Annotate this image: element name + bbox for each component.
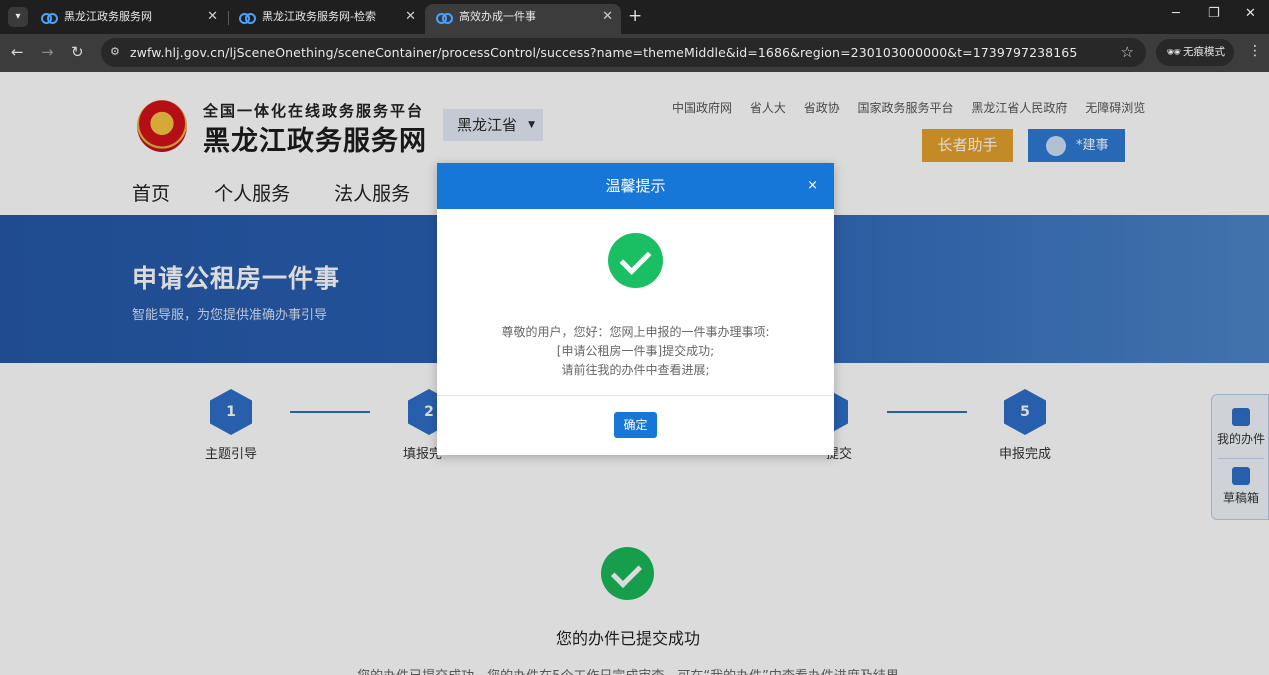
tab-close-icon[interactable]: ✕ — [405, 4, 416, 30]
url-text[interactable]: zwfw.hlj.gov.cn/ljSceneOnething/sceneCon… — [130, 38, 1077, 67]
tip-dialog: 温馨提示 × 尊敬的用户，您好：您网上申报的一件事办理事项: [申请公租房一件事… — [437, 163, 834, 455]
dialog-message-line-1: 尊敬的用户，您好：您网上申报的一件事办理事项: — [501, 325, 770, 339]
address-bar[interactable]: ⚙ zwfw.hlj.gov.cn/ljSceneOnething/sceneC… — [101, 38, 1146, 67]
tab-search-chevron-icon[interactable]: ▾ — [8, 7, 28, 27]
forward-arrow-icon[interactable]: → — [41, 42, 54, 62]
browser-menu-icon[interactable]: ⋮ — [1248, 43, 1262, 59]
tab-title: 高效办成一件事 — [459, 10, 536, 23]
incognito-label: 无痕模式 — [1183, 46, 1225, 58]
site-favicon-icon — [239, 12, 256, 24]
incognito-indicator[interactable]: 🕶 无痕模式 — [1156, 39, 1234, 66]
dialog-divider — [437, 395, 834, 396]
back-arrow-icon[interactable]: ← — [11, 42, 24, 62]
browser-toolbar: ← → ↻ ⚙ zwfw.hlj.gov.cn/ljSceneOnething/… — [0, 34, 1269, 72]
browser-tab-1[interactable]: 黑龙江政务服务网 ✕ — [30, 4, 226, 34]
window-close-icon[interactable]: ✕ — [1245, 6, 1256, 21]
dialog-message-line-2: [申请公租房一件事]提交成功; — [556, 344, 715, 358]
site-settings-icon[interactable]: ⚙ — [110, 45, 120, 58]
browser-tab-3-active[interactable]: 高效办成一件事 ✕ — [425, 4, 621, 34]
reload-icon[interactable]: ↻ — [71, 42, 84, 62]
incognito-icon: 🕶 — [1166, 45, 1182, 59]
site-favicon-icon — [41, 12, 58, 24]
tab-close-icon[interactable]: ✕ — [602, 4, 613, 30]
tab-close-icon[interactable]: ✕ — [207, 4, 218, 30]
browser-tab-bar: ▾ 黑龙江政务服务网 ✕ 黑龙江政务服务网-检索 ✕ 高效办成一件事 ✕ + ─… — [0, 0, 1269, 34]
dialog-title: 温馨提示 — [605, 177, 666, 195]
site-favicon-icon — [436, 12, 453, 24]
dialog-header: 温馨提示 × — [437, 163, 834, 209]
dialog-message-line-3: 请前往我的办件中查看进展; — [561, 363, 710, 377]
dialog-ok-button[interactable]: 确定 — [614, 412, 657, 438]
dialog-success-check-icon — [608, 233, 663, 288]
tab-title: 黑龙江政务服务网 — [64, 10, 152, 23]
new-tab-button[interactable]: + — [628, 5, 642, 27]
minimize-icon[interactable]: ─ — [1172, 6, 1180, 21]
bookmark-star-icon[interactable]: ☆ — [1121, 43, 1134, 61]
restore-icon[interactable]: ❐ — [1208, 6, 1220, 21]
dialog-close-icon[interactable]: × — [807, 163, 818, 209]
browser-tab-2[interactable]: 黑龙江政务服务网-检索 ✕ — [228, 4, 424, 34]
tab-title: 黑龙江政务服务网-检索 — [262, 10, 376, 23]
